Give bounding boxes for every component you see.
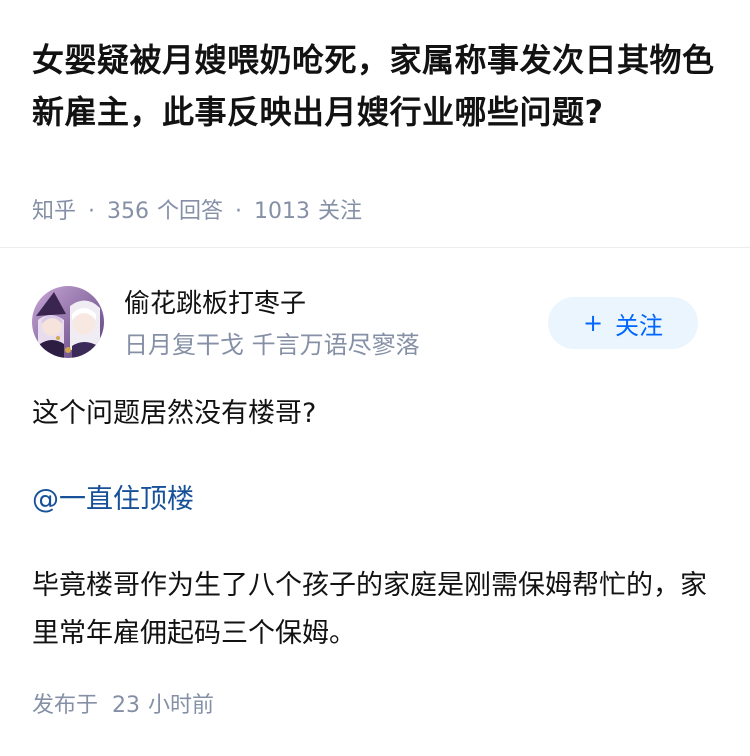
author-name[interactable]: 偷花跳板打枣子 xyxy=(124,286,306,322)
answer-card: 偷花跳板打枣子 日月复干戈 千言万语尽寥落 + 关注 这个问题居然没有楼哥? @… xyxy=(0,250,750,756)
user-mention-link[interactable]: @一直住顶楼 xyxy=(32,476,194,524)
author-bio: 日月复干戈 千言万语尽寥落 xyxy=(124,331,420,359)
question-meta: 知乎 · 356 个回答 · 1013 关注 xyxy=(32,196,362,228)
separator-dot: · xyxy=(235,199,243,224)
publish-time: 发布于 23 小时前 xyxy=(32,690,214,722)
publish-unit: 小时前 xyxy=(148,693,215,718)
answer-paragraph: 这个问题居然没有楼哥? xyxy=(32,398,317,429)
question-header: 女婴疑被月嫂喂奶呛死，家属称事发次日其物色新雇主，此事反映出月嫂行业哪些问题? … xyxy=(0,0,750,248)
follow-count: 1013 xyxy=(254,199,311,224)
answer-paragraph: 毕竟楼哥作为生了八个孩子的家庭是刚需保姆帮忙的，家里常年雇佣起码三个保姆。 xyxy=(32,570,707,649)
separator-dot: · xyxy=(88,199,96,224)
question-title[interactable]: 女婴疑被月嫂喂奶呛死，家属称事发次日其物色新雇主，此事反映出月嫂行业哪些问题? xyxy=(32,34,722,138)
follow-button-label: 关注 xyxy=(615,311,664,340)
answer-count-label: 个回答 xyxy=(157,199,224,224)
source-label[interactable]: 知乎 xyxy=(32,199,76,224)
follow-count-label: 关注 xyxy=(318,199,363,224)
answer-count: 356 xyxy=(107,199,150,224)
publish-value: 23 xyxy=(112,693,141,718)
zhihu-question-page: 女婴疑被月嫂喂奶呛死，家属称事发次日其物色新雇主，此事反映出月嫂行业哪些问题? … xyxy=(0,0,750,756)
plus-icon: + xyxy=(582,309,604,337)
follow-button[interactable]: + 关注 xyxy=(548,297,698,349)
author-avatar[interactable] xyxy=(32,286,104,358)
publish-prefix: 发布于 xyxy=(32,693,99,718)
avatar-anime-girls-icon xyxy=(32,286,104,358)
